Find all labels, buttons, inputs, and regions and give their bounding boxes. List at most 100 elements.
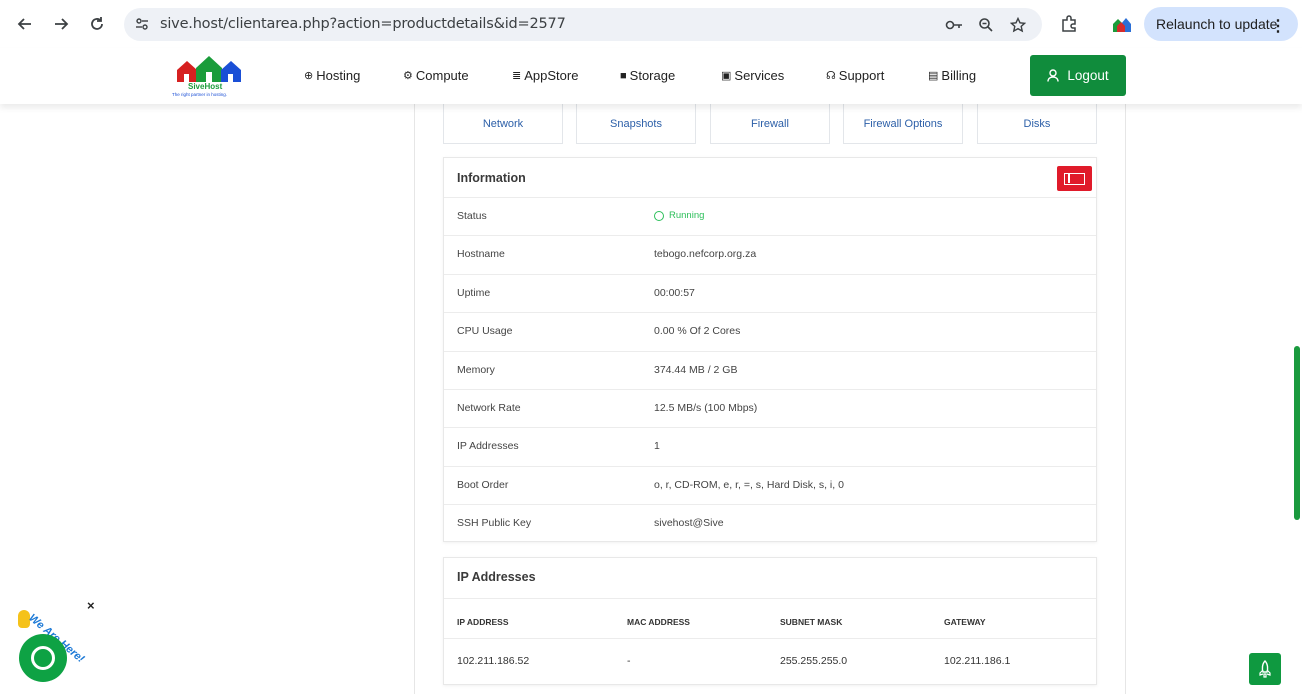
sivehost-logo[interactable]: SiveHost The right partner in hosting.: [170, 52, 248, 98]
tab-snapshots[interactable]: Snapshots: [576, 104, 696, 144]
status-badge: Running: [654, 210, 704, 221]
site-header: SiveHost The right partner in hosting. ⊕…: [0, 48, 1302, 104]
bookmark-star-icon[interactable]: [1008, 15, 1028, 35]
info-value: 00:00:57: [654, 287, 695, 299]
tab-firewall-options[interactable]: Firewall Options: [843, 104, 963, 144]
info-label: Network Rate: [457, 402, 521, 414]
info-value: 1: [654, 440, 660, 452]
info-label: CPU Usage: [457, 325, 513, 337]
info-label: Boot Order: [457, 479, 509, 491]
console-button[interactable]: [1057, 166, 1092, 191]
database-icon: ≣: [512, 70, 522, 82]
column-header-mac: MAC ADDRESS: [627, 617, 690, 627]
info-value: 12.5 MB/s (100 Mbps): [654, 402, 758, 414]
menu-billing-label: Billing: [941, 68, 977, 83]
ip-addresses-title: IP Addresses: [457, 570, 536, 584]
info-label: Status: [457, 210, 487, 222]
info-row-ip-addresses: IP Addresses 1: [444, 427, 1096, 466]
menu-services[interactable]: ▣ Services: [721, 68, 784, 83]
close-icon[interactable]: ×: [87, 598, 95, 613]
logo-houses-icon: [177, 56, 241, 82]
chat-open-button[interactable]: [19, 634, 67, 682]
tab-snapshots-label: Snapshots: [610, 117, 662, 130]
column-header-ip: IP ADDRESS: [457, 617, 509, 627]
tab-disks[interactable]: Disks: [977, 104, 1097, 144]
site-settings-icon[interactable]: [134, 16, 150, 32]
menu-billing[interactable]: ▤ Billing: [928, 68, 976, 83]
information-card: Information Status Running Hostname tebo…: [443, 157, 1097, 542]
info-value: 0.00 % Of 2 Cores: [654, 325, 741, 337]
tab-network-label: Network: [482, 117, 524, 130]
status-ring-icon: [654, 210, 664, 221]
subnet-mask-value: 255.255.255.0: [780, 655, 848, 667]
tab-firewall[interactable]: Firewall: [710, 104, 830, 144]
info-row-memory: Memory 374.44 MB / 2 GB: [444, 351, 1096, 390]
browser-toolbar: sive.host/clientarea.php?action=productd…: [0, 0, 1302, 48]
menu-compute-label: Compute: [415, 68, 469, 83]
info-row-network-rate: Network Rate 12.5 MB/s (100 Mbps): [444, 389, 1096, 428]
info-value: tebogo.nefcorp.org.za: [654, 248, 757, 260]
address-bar[interactable]: sive.host/clientarea.php?action=productd…: [124, 8, 1042, 41]
menu-storage[interactable]: ■ Storage: [620, 68, 675, 83]
information-title: Information: [457, 171, 526, 185]
globe-icon: ⊕: [304, 70, 314, 82]
extensions-icon[interactable]: [1055, 10, 1083, 38]
console-panel-icon: [1064, 172, 1085, 185]
headset-icon: ☊: [826, 70, 836, 82]
logo-tagline: The right partner in hosting.: [172, 92, 228, 97]
tab-firewall-label: Firewall: [751, 117, 789, 130]
forward-icon[interactable]: [47, 10, 75, 38]
ip-address-value: 102.211.186.52: [457, 655, 530, 667]
divider: [444, 638, 1096, 639]
info-label: Uptime: [457, 287, 491, 299]
info-label: SSH Public Key: [457, 517, 532, 529]
menu-support-label: Support: [838, 68, 885, 83]
back-to-top-button[interactable]: [1249, 653, 1281, 685]
info-row-boot-order: Boot Order o, r, CD-ROM, e, r, =, s, Har…: [444, 466, 1096, 505]
tab-disks-label: Disks: [1023, 117, 1051, 130]
tab-network[interactable]: Network: [443, 104, 563, 144]
ip-addresses-card: IP Addresses IP ADDRESS MAC ADDRESS SUBN…: [443, 557, 1097, 685]
menu-compute[interactable]: ⚙ Compute: [403, 68, 469, 83]
info-row-cpu: CPU Usage 0.00 % Of 2 Cores: [444, 312, 1096, 351]
info-label: Memory: [457, 364, 495, 376]
info-row-hostname: Hostname tebogo.nefcorp.org.za: [444, 235, 1096, 274]
zoom-icon[interactable]: [976, 15, 996, 35]
menu-storage-label: Storage: [629, 68, 676, 83]
menu-hosting[interactable]: ⊕ Hosting: [304, 68, 360, 83]
info-value: o, r, CD-ROM, e, r, =, s, Hard Disk, s, …: [654, 479, 844, 491]
divider: [444, 598, 1096, 599]
url-text[interactable]: sive.host/clientarea.php?action=productd…: [160, 16, 566, 32]
menu-support[interactable]: ☊ Support: [826, 68, 884, 83]
user-icon: [1047, 69, 1060, 82]
info-row-status: Status Running: [444, 197, 1096, 236]
gateway-value: 102.211.186.1: [944, 655, 1011, 667]
profile-avatar-icon[interactable]: [1108, 10, 1136, 38]
menu-appstore[interactable]: ≣ AppStore: [512, 68, 578, 83]
reload-icon[interactable]: [83, 10, 111, 38]
password-key-icon[interactable]: [944, 15, 964, 35]
invoice-icon: ▤: [928, 70, 939, 82]
scrollbar-thumb[interactable]: [1294, 346, 1300, 520]
info-label: IP Addresses: [457, 440, 519, 452]
info-value: sivehost@Sive: [654, 517, 724, 529]
info-label: Hostname: [457, 248, 505, 260]
info-row-ssh-key: SSH Public Key sivehost@Sive: [444, 504, 1096, 543]
column-header-gateway: GATEWAY: [944, 617, 986, 627]
relaunch-button[interactable]: Relaunch to update ⋮: [1144, 7, 1298, 41]
logo-brand-name: SiveHost: [188, 82, 223, 91]
logout-button[interactable]: Logout: [1030, 55, 1126, 96]
menu-appstore-label: AppStore: [524, 68, 579, 83]
product-tabs: Network Snapshots Firewall Firewall Opti…: [443, 104, 1097, 144]
gift-icon: ▣: [721, 70, 732, 82]
gear-icon: ⚙: [403, 70, 413, 82]
back-icon[interactable]: [11, 10, 39, 38]
info-row-uptime: Uptime 00:00:57: [444, 274, 1096, 313]
info-value: 374.44 MB / 2 GB: [654, 364, 738, 376]
mac-address-value: -: [627, 655, 631, 667]
logout-label: Logout: [1067, 68, 1109, 83]
tab-firewall-options-label: Firewall Options: [863, 117, 943, 130]
relaunch-label: Relaunch to update: [1156, 16, 1278, 32]
menu-hosting-label: Hosting: [316, 68, 361, 83]
more-menu-icon[interactable]: ⋮: [1270, 16, 1286, 36]
